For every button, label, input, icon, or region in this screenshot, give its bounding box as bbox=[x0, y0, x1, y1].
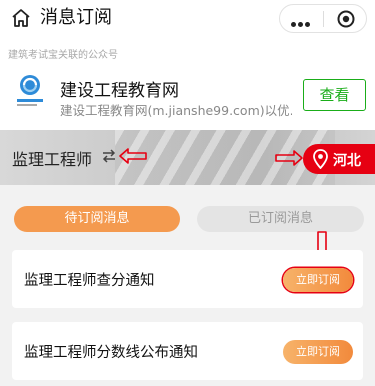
more-icon[interactable] bbox=[290, 14, 314, 27]
account-logo bbox=[9, 68, 51, 110]
region-label: 河北 bbox=[333, 153, 361, 169]
list-item: 监理工程师查分通知 立即订阅 bbox=[12, 250, 363, 308]
location-pin-icon bbox=[313, 149, 328, 169]
tab-subscribed[interactable]: 已订阅消息 bbox=[197, 206, 364, 232]
exam-title: 监理工程师 bbox=[12, 150, 93, 169]
capsule-divider bbox=[323, 11, 324, 27]
exam-banner: 监理工程师 河北 bbox=[0, 130, 375, 185]
nav-bar: 消息订阅 bbox=[0, 0, 375, 38]
home-icon[interactable] bbox=[10, 7, 32, 29]
switch-icon[interactable] bbox=[101, 148, 117, 164]
account-description: 建设工程教育网(m.jianshe99.com)以优... bbox=[60, 103, 292, 118]
list-item: 监理工程师分数线公布通知 立即订阅 bbox=[12, 322, 363, 380]
region-selector[interactable]: 河北 bbox=[303, 144, 375, 174]
capsule-menu bbox=[279, 4, 367, 33]
page-title: 消息订阅 bbox=[40, 7, 112, 28]
subscribe-button[interactable]: 立即订阅 bbox=[283, 268, 353, 292]
official-account-card: 建筑考试宝关联的公众号 建设工程教育网 建设工程教育网(m.jianshe99.… bbox=[0, 38, 375, 130]
subscribe-button[interactable]: 立即订阅 bbox=[283, 340, 353, 364]
notification-title: 监理工程师查分通知 bbox=[24, 273, 155, 289]
annotation-arrow-icon bbox=[119, 148, 147, 164]
notification-title: 监理工程师分数线公布通知 bbox=[24, 345, 198, 361]
close-target-icon[interactable] bbox=[337, 10, 355, 28]
account-name: 建设工程教育网 bbox=[60, 81, 179, 101]
view-account-button[interactable]: 查看 bbox=[303, 79, 366, 111]
annotation-arrow-icon bbox=[275, 150, 303, 166]
tab-pending-subscriptions[interactable]: 待订阅消息 bbox=[14, 206, 180, 232]
related-account-hint: 建筑考试宝关联的公众号 bbox=[8, 50, 118, 61]
